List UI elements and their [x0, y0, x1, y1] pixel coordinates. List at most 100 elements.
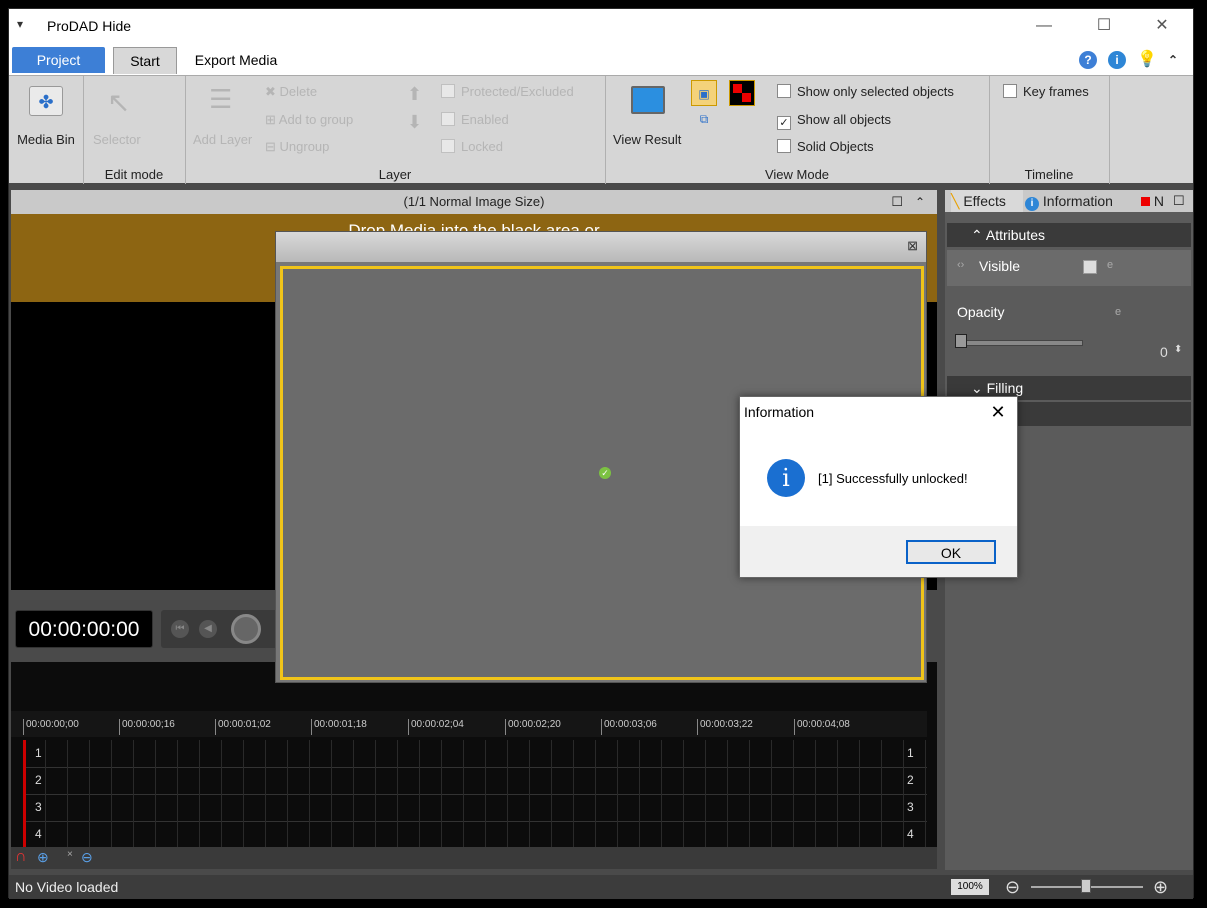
group-view-mode: View Result ▣ ⧉ Show only selected objec…	[605, 76, 990, 184]
zoom-in-status-icon[interactable]: ⊕	[1153, 875, 1168, 899]
tab-information[interactable]: i Information	[1025, 190, 1135, 212]
track-number-right: 3	[907, 800, 914, 814]
move-down-icon[interactable]: ⬇	[407, 112, 422, 133]
visible-link-icon: ‹›	[957, 259, 965, 271]
tab-export-media[interactable]: Export Media	[191, 47, 281, 73]
skip-to-start-icon[interactable]: ⏮	[171, 620, 189, 638]
info-icon[interactable]: i	[1108, 51, 1126, 69]
magnet-icon[interactable]: ∩	[15, 848, 27, 866]
tab-third[interactable]: N	[1141, 190, 1171, 212]
locked-checkbox[interactable]: Locked	[441, 139, 503, 154]
opacity-value[interactable]: 0	[1160, 344, 1168, 360]
ribbon: ✤ Media Bin ↖ Selector Edit mode ☰ Add L…	[9, 75, 1193, 184]
track-number: 2	[35, 773, 42, 787]
ungroup-button[interactable]: ⊟ Ungroup	[265, 139, 329, 155]
media-bin-icon[interactable]: ✤	[29, 86, 63, 116]
timeline-tracks[interactable]: 1 1 2 2 3 3 4 4	[23, 740, 927, 849]
track-number: 3	[35, 800, 42, 814]
system-menu-icon[interactable]: ▾	[17, 17, 23, 31]
timeline-tick: 00:00:00;16	[119, 719, 175, 735]
track-row[interactable]: 3 3	[23, 794, 927, 822]
add-layer-button[interactable]: Add Layer	[193, 132, 252, 147]
enabled-checkbox[interactable]: Enabled	[441, 112, 509, 127]
track-row[interactable]: 4 4	[23, 821, 927, 849]
add-to-group-button[interactable]: ⊞ Add to group	[265, 112, 353, 128]
lightbulb-icon[interactable]: 💡	[1137, 51, 1157, 69]
effects-icon: ╲	[951, 193, 960, 209]
timeline-tick: 00:00:03;22	[697, 719, 753, 735]
overlay-view-icon[interactable]: ▣	[691, 80, 717, 106]
information-tab-icon: i	[1025, 197, 1039, 211]
dialog-message: [1] Successfully unlocked!	[818, 471, 968, 486]
tab-start[interactable]: Start	[113, 47, 177, 74]
dialog-title: Information	[744, 404, 815, 420]
timeline-tick: 00:00:00;00	[23, 719, 79, 735]
collapse-up-icon: ⌃	[971, 227, 983, 243]
timeline-tick: 00:00:02;20	[505, 719, 561, 735]
status-check-icon: ✓	[599, 467, 611, 479]
opacity-spinner-icon[interactable]: ⬍	[1174, 344, 1182, 355]
selector-arrow-icon: ↖	[107, 87, 131, 118]
opacity-label: Opacity	[957, 304, 1005, 320]
track-row[interactable]: 1 1	[23, 740, 927, 768]
opacity-keyframe-icon[interactable]: e	[1115, 306, 1121, 318]
media-bin-button[interactable]: Media Bin	[9, 132, 83, 147]
panel-maximize-icon[interactable]: ☐	[1173, 190, 1189, 212]
play-button[interactable]	[231, 614, 261, 644]
attributes-header[interactable]: ⌃ Attributes	[947, 223, 1191, 247]
move-up-icon[interactable]: ⬆	[407, 84, 422, 105]
tab-project[interactable]: Project	[12, 47, 105, 73]
link-view-icon[interactable]: ⧉	[695, 110, 713, 128]
view-result-monitor-icon[interactable]	[631, 86, 665, 114]
preview-maximize-icon[interactable]: ☐	[891, 190, 903, 214]
protected-excluded-checkbox[interactable]: Protected/Excluded	[441, 84, 574, 99]
playhead[interactable]	[23, 740, 26, 848]
zoom-out-icon[interactable]: ⊖	[81, 849, 93, 866]
timeline-tick: 00:00:04;08	[794, 719, 850, 735]
floating-window-header[interactable]: ⊠	[276, 232, 926, 262]
dialog-close-icon[interactable]: ✕	[986, 401, 1010, 423]
collapse-ribbon-icon[interactable]: ⌃	[1164, 51, 1182, 69]
zoom-level[interactable]: 100%	[951, 879, 989, 895]
visible-keyframe-icon[interactable]: e	[1107, 259, 1113, 271]
view-result-button[interactable]: View Result	[613, 132, 681, 147]
key-frames-checkbox[interactable]: Key frames	[1003, 84, 1089, 99]
add-layer-icon: ☰	[209, 84, 233, 114]
selector-button[interactable]: Selector	[93, 132, 141, 147]
timecode-display: 00:00:00:00	[15, 610, 153, 648]
ungroup-icon: ⊟	[265, 139, 280, 154]
help-icon[interactable]: ?	[1079, 51, 1097, 69]
opacity-slider[interactable]	[957, 340, 1083, 346]
floating-close-icon[interactable]: ⊠	[907, 238, 918, 254]
step-back-icon[interactable]: ◀	[199, 620, 217, 638]
show-only-selected-checkbox[interactable]: Show only selected objects	[777, 84, 954, 99]
add-group-icon: ⊞	[265, 112, 279, 127]
opacity-slider-handle[interactable]	[955, 334, 967, 348]
status-text: No Video loaded	[15, 879, 119, 895]
expand-down-icon: ⌄	[971, 380, 983, 396]
title-bar: ▾ ProDAD Hide — ☐ ✕	[9, 9, 1193, 43]
group-edit-mode: ↖ Selector Edit mode	[83, 76, 186, 184]
visible-checkbox[interactable]	[1083, 260, 1097, 274]
minimize-button[interactable]: —	[1021, 13, 1067, 39]
zoom-in-icon[interactable]: ⊕	[37, 849, 49, 866]
delete-button[interactable]: ✖ Delete	[265, 84, 317, 100]
zoom-out-status-icon[interactable]: ⊖	[1005, 875, 1020, 899]
ok-button[interactable]: OK	[906, 540, 996, 564]
zoom-slider-handle[interactable]	[1081, 879, 1091, 893]
preview-collapse-icon[interactable]: ⌃	[915, 190, 925, 214]
mask-view-icon[interactable]	[729, 80, 755, 106]
close-button[interactable]: ✕	[1139, 13, 1185, 39]
timeline-ruler[interactable]: 00:00:00;00 00:00:00;16 00:00:01;02 00:0…	[11, 711, 927, 737]
show-all-objects-checkbox[interactable]: ✓ Show all objects	[777, 112, 891, 130]
edit-mode-label: Edit mode	[104, 167, 164, 182]
track-number: 4	[35, 827, 42, 841]
solid-objects-checkbox[interactable]: Solid Objects	[777, 139, 874, 154]
timeline-toolbar: ∩ ⊕ × ⊖	[11, 847, 937, 869]
maximize-button[interactable]: ☐	[1081, 13, 1127, 39]
delete-icon: ✖	[265, 84, 280, 99]
tab-effects[interactable]: ╲ Effects	[951, 190, 1023, 212]
preview-header: (1/1 Normal Image Size) ☐ ⌃	[11, 190, 937, 214]
group-layer: ☰ Add Layer ✖ Delete ⊞ Add to group ⊟ Un…	[185, 76, 606, 184]
track-row[interactable]: 2 2	[23, 767, 927, 795]
